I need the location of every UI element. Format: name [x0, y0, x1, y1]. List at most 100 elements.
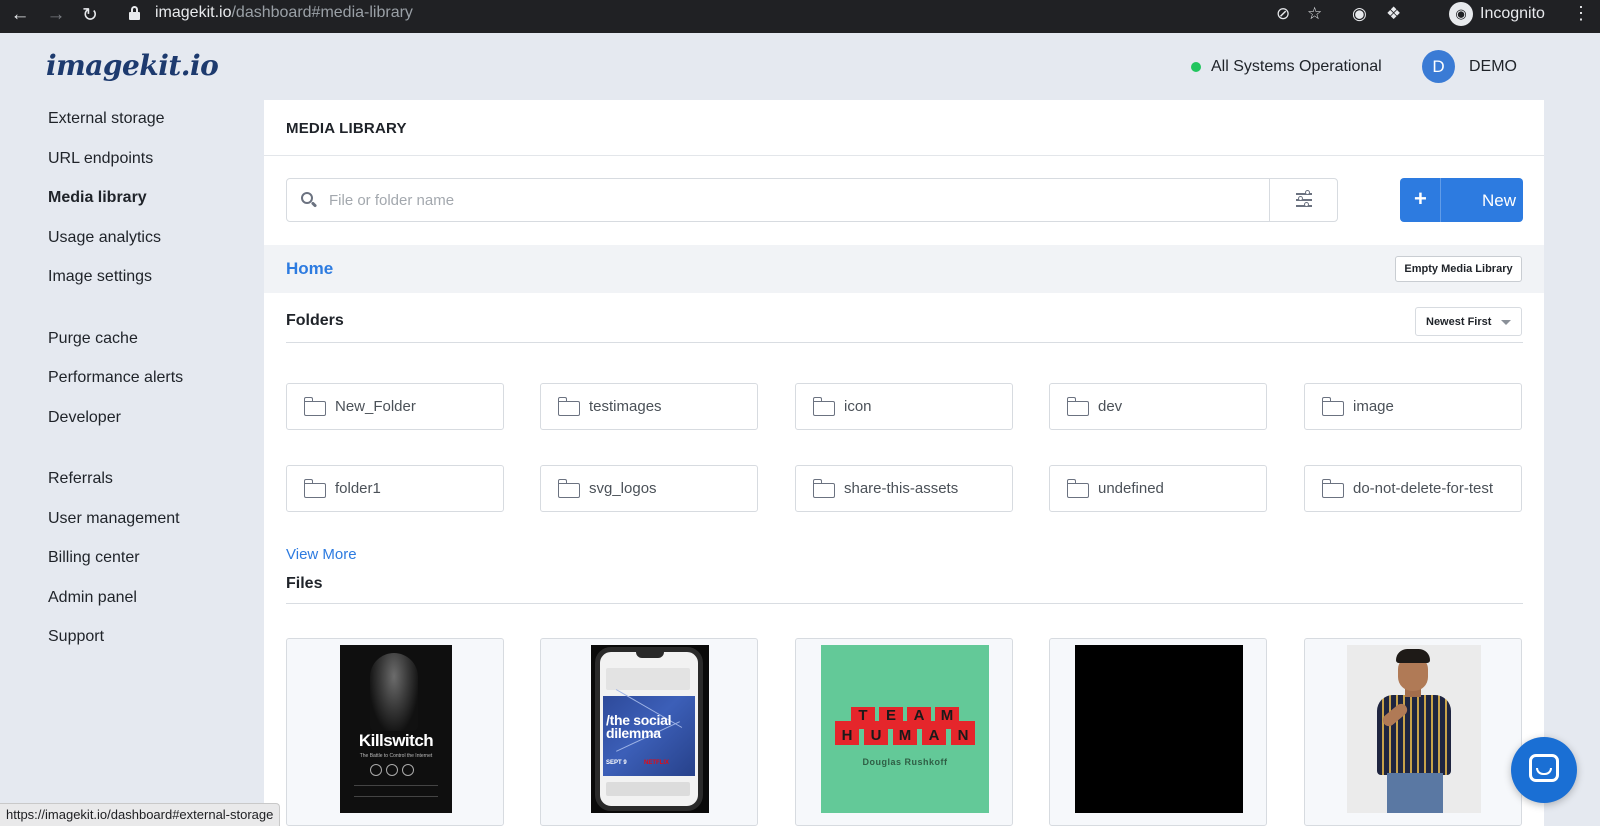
thumbnail-text: Killswitch	[358, 731, 434, 750]
reload-icon[interactable]: ↻	[78, 4, 102, 27]
breadcrumb: Home Empty Media Library	[264, 245, 1544, 293]
file-card[interactable]	[1049, 638, 1267, 826]
sidebar-item-admin-panel[interactable]: Admin panel	[48, 589, 137, 607]
thumbnail-letter: U	[864, 727, 888, 745]
folder-icon	[558, 479, 580, 498]
folder-item[interactable]: New_Folder	[286, 383, 504, 430]
sort-selected-value: Newest First	[1426, 316, 1492, 328]
thumbnail-letter: N	[951, 727, 975, 745]
link-status-bar: https://imagekit.io/dashboard#external-s…	[0, 803, 281, 826]
chat-launcher-button[interactable]	[1511, 737, 1577, 803]
folder-name: do-not-delete-for-test	[1353, 480, 1494, 497]
eye-off-icon[interactable]: ⊘	[1276, 4, 1290, 24]
search-icon	[301, 192, 318, 208]
sidebar-item-media-library[interactable]: Media library	[48, 189, 147, 207]
forward-arrow-icon[interactable]: →	[44, 4, 68, 26]
incognito-label: Incognito	[1480, 5, 1545, 22]
folder-item[interactable]: undefined	[1049, 465, 1267, 512]
sidebar-item-usage-analytics[interactable]: Usage analytics	[48, 229, 161, 247]
avatar[interactable]: D	[1422, 50, 1455, 83]
file-thumbnail: /the social dilemma SEPT 9 NETFLIX	[591, 645, 709, 813]
folder-icon	[1322, 479, 1344, 498]
address-bar[interactable]: imagekit.io/dashboard#media-library	[117, 0, 1297, 27]
thumbnail-text: Douglas Rushkoff	[862, 757, 948, 767]
folder-name: icon	[844, 398, 872, 415]
star-icon[interactable]: ☆	[1307, 4, 1322, 24]
file-thumbnail	[1347, 645, 1481, 813]
incognito-icon[interactable]: ◉	[1449, 2, 1473, 26]
search-input[interactable]	[329, 179, 1249, 221]
more-menu-icon[interactable]: ⋮	[1572, 3, 1590, 24]
folder-name: testimages	[589, 398, 662, 415]
imagekit-logo[interactable]: imagekit.io	[46, 49, 219, 82]
sidebar-item-support[interactable]: Support	[48, 628, 104, 646]
folder-name: share-this-assets	[844, 480, 959, 497]
folder-name: New_Folder	[335, 398, 416, 415]
thumbnail-letter: A	[922, 727, 946, 745]
folder-item[interactable]: svg_logos	[540, 465, 758, 512]
folder-icon	[558, 397, 580, 416]
breadcrumb-home[interactable]: Home	[286, 259, 333, 279]
sidebar-item-billing-center[interactable]: Billing center	[48, 549, 140, 567]
account-name[interactable]: DEMO	[1469, 58, 1517, 76]
file-card[interactable]: /the social dilemma SEPT 9 NETFLIX	[540, 638, 758, 826]
sidebar-item-url-endpoints[interactable]: URL endpoints	[48, 150, 153, 168]
lock-icon	[129, 6, 140, 20]
folder-item[interactable]: share-this-assets	[795, 465, 1013, 512]
folder-icon	[304, 397, 326, 416]
search-box	[286, 178, 1338, 222]
address-url: imagekit.io/dashboard#media-library	[155, 4, 413, 21]
sidebar-item-purge-cache[interactable]: Purge cache	[48, 330, 138, 348]
thumbnail-letter: M	[893, 727, 917, 745]
folder-icon	[1322, 397, 1344, 416]
divider	[264, 155, 1544, 156]
folder-item[interactable]: icon	[795, 383, 1013, 430]
plus-icon: +	[1414, 186, 1427, 211]
folder-name: undefined	[1098, 480, 1164, 497]
button-divider	[1440, 178, 1441, 222]
thumbnail-text: SEPT 9	[606, 760, 627, 766]
folder-name: folder1	[335, 480, 381, 497]
chevron-down-icon	[1501, 320, 1511, 325]
files-heading: Files	[286, 575, 323, 592]
extension-globe-icon[interactable]: ◉	[1352, 4, 1367, 24]
new-button[interactable]: + New	[1400, 178, 1523, 222]
system-status[interactable]: All Systems Operational	[1211, 58, 1382, 76]
file-card[interactable]	[1304, 638, 1522, 826]
sidebar-item-referrals[interactable]: Referrals	[48, 470, 113, 488]
file-thumbnail: Killswitch The Battle to Control the Int…	[340, 645, 452, 813]
file-card[interactable]: T E A M H U M A N Douglas Rushkoff	[795, 638, 1013, 826]
folder-icon	[813, 397, 835, 416]
file-thumbnail: T E A M H U M A N Douglas Rushkoff	[821, 645, 989, 813]
sidebar-item-external-storage[interactable]: External storage	[48, 110, 165, 128]
sidebar-item-performance-alerts[interactable]: Performance alerts	[48, 369, 183, 387]
view-more-link[interactable]: View More	[286, 546, 357, 563]
browser-toolbar: ← → ↻ imagekit.io/dashboard#media-librar…	[0, 0, 1600, 33]
file-thumbnail	[1075, 645, 1243, 813]
folder-item[interactable]: dev	[1049, 383, 1267, 430]
folder-icon	[1067, 397, 1089, 416]
folder-icon	[1067, 479, 1089, 498]
new-button-label: New	[1482, 191, 1517, 210]
sidebar-item-image-settings[interactable]: Image settings	[48, 268, 152, 286]
puzzle-icon[interactable]: ❖	[1386, 4, 1401, 24]
empty-media-library-button[interactable]: Empty Media Library	[1395, 256, 1522, 282]
thumbnail-text: NETFLIX	[644, 760, 669, 766]
folder-item[interactable]: image	[1304, 383, 1522, 430]
file-card[interactable]: Killswitch The Battle to Control the Int…	[286, 638, 504, 826]
thumbnail-text: /the social dilemma	[606, 712, 672, 741]
folder-item[interactable]: do-not-delete-for-test	[1304, 465, 1522, 512]
folder-item[interactable]: folder1	[286, 465, 504, 512]
sidebar-item-developer[interactable]: Developer	[48, 409, 121, 427]
back-arrow-icon[interactable]: ←	[8, 4, 32, 26]
folder-icon	[304, 479, 326, 498]
sidebar-item-user-management[interactable]: User management	[48, 510, 180, 528]
sort-select[interactable]: Newest First	[1415, 307, 1522, 336]
filter-button[interactable]	[1269, 179, 1337, 221]
divider	[286, 342, 1523, 343]
folder-name: image	[1353, 398, 1394, 415]
thumbnail-text: The Battle to Control the Internet	[359, 753, 433, 759]
page-title: MEDIA LIBRARY	[286, 120, 407, 137]
folder-item[interactable]: testimages	[540, 383, 758, 430]
media-library-panel: MEDIA LIBRARY + New Home Empty Media Lib…	[264, 100, 1544, 826]
